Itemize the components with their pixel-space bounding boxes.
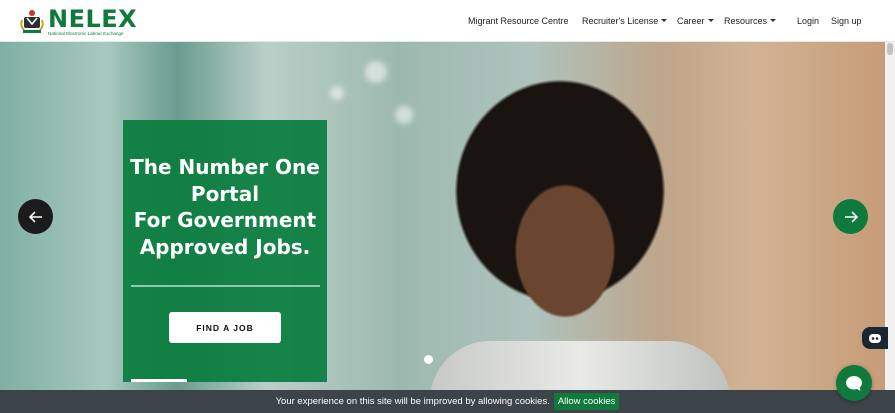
arrow-right-icon	[844, 210, 858, 223]
cookie-consent-bar: Your experience on this site will be imp…	[0, 390, 895, 413]
carousel-indicator-dot[interactable]	[424, 355, 433, 364]
hero-headline-line-2: Portal	[190, 181, 260, 206]
chevron-down-icon	[707, 19, 714, 22]
nav-resources[interactable]: Resources	[724, 16, 777, 26]
scrollbar-thumb[interactable]	[887, 43, 893, 55]
hero-headline-line-3: For Government	[133, 208, 317, 232]
site-header: NELEX National Electronic Labour Exchang…	[0, 0, 895, 42]
bot-icon	[869, 334, 881, 343]
cookie-message: Your experience on this site will be imp…	[275, 396, 550, 407]
nav-resources-label: Resources	[724, 16, 768, 26]
promo-divider	[131, 285, 320, 287]
allow-cookies-button[interactable]: Allow cookies	[553, 393, 620, 410]
hero-person-shirt	[430, 341, 730, 390]
nav-signup[interactable]: Sign up	[831, 16, 862, 26]
bokeh-light	[365, 61, 387, 83]
nav-recruiters-license-label: Recruiter's License	[582, 16, 659, 26]
nav-career-label: Career	[677, 16, 705, 26]
hero-headline-line-4: Approved Jobs.	[139, 234, 311, 259]
bokeh-light	[330, 86, 344, 100]
find-a-job-button[interactable]: FIND A JOB	[169, 312, 281, 343]
chatbot-launcher[interactable]	[862, 327, 888, 349]
hero-carousel: The Number One Portal For Government App…	[0, 41, 885, 390]
chevron-down-icon	[770, 19, 777, 22]
nav-migrant-resource-centre[interactable]: Migrant Resource Centre	[468, 16, 569, 26]
hero-headline-line-1: The Number One	[130, 155, 320, 179]
carousel-prev-button[interactable]	[18, 199, 53, 234]
live-chat-button[interactable]	[836, 365, 872, 401]
carousel-next-button[interactable]	[833, 199, 868, 234]
hero-headline: The Number One Portal For Government App…	[123, 154, 327, 260]
arrow-left-icon	[28, 210, 42, 223]
hero-promo-panel: The Number One Portal For Government App…	[123, 120, 327, 382]
nav-recruiters-license[interactable]: Recruiter's License	[582, 16, 668, 26]
chevron-down-icon	[661, 19, 668, 22]
nav-login[interactable]: Login	[797, 16, 819, 26]
bokeh-light	[395, 106, 413, 124]
main-nav: Migrant Resource Centre Recruiter's Lice…	[0, 0, 895, 41]
promo-accent-bar	[131, 379, 187, 382]
nav-career[interactable]: Career	[677, 16, 714, 26]
chat-bubble-icon	[846, 375, 862, 391]
